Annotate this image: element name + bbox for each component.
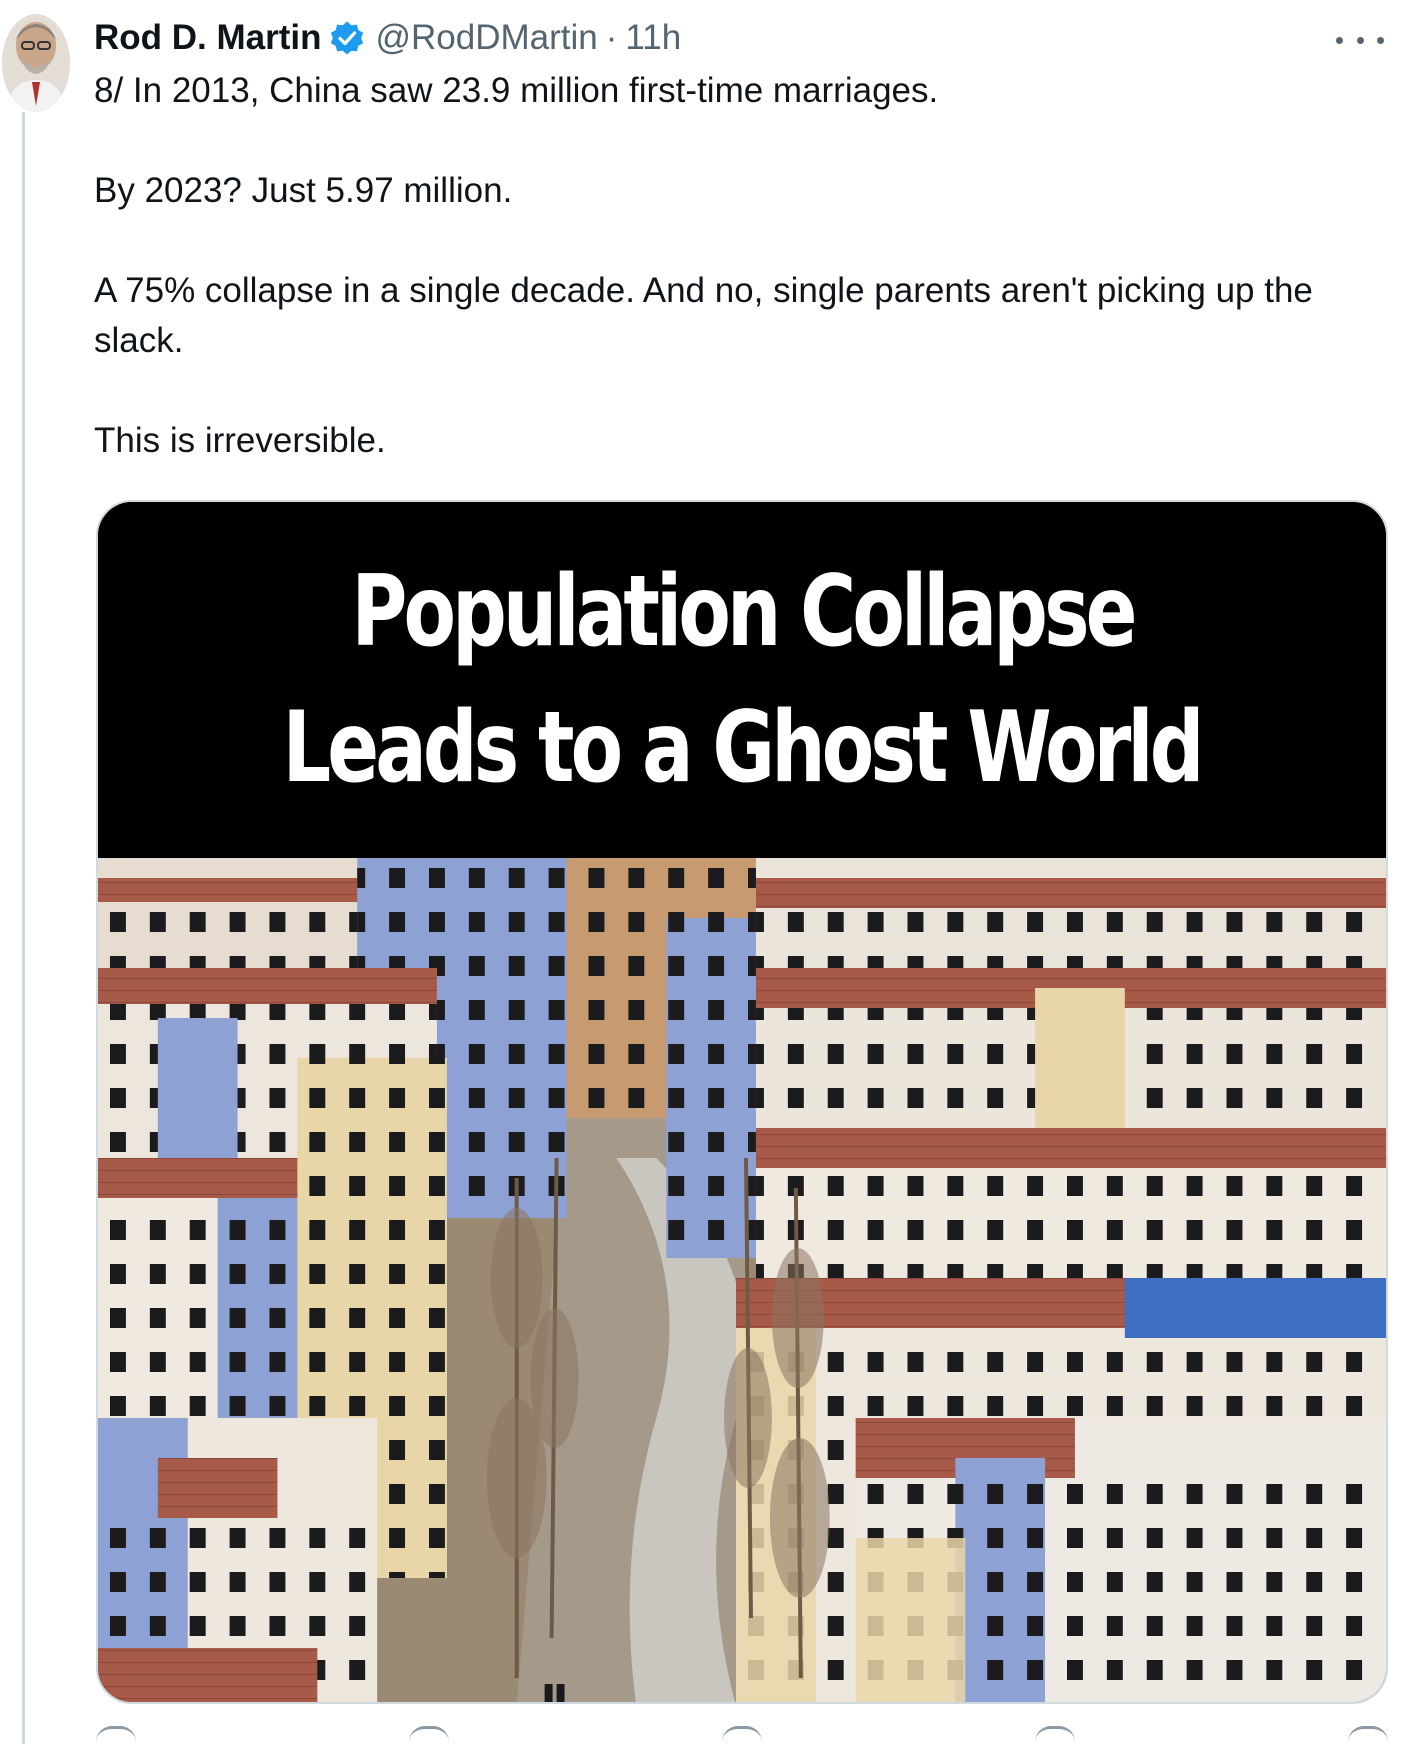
tweet-timestamp[interactable]: 11h <box>625 18 681 58</box>
tweet-paragraph: 8/ In 2013, China saw 23.9 million first… <box>94 71 939 110</box>
more-dot <box>1336 36 1343 44</box>
more-dot <box>1377 36 1384 44</box>
tweet-paragraph: A 75% collapse in a single decade. And n… <box>94 271 1313 360</box>
verified-badge-icon <box>329 20 365 56</box>
tweet-paragraph: This is irreversible. <box>94 421 386 460</box>
media-headline-line: Population Collapse <box>350 555 1137 669</box>
reply-icon[interactable] <box>96 1726 136 1744</box>
views-icon[interactable] <box>1035 1726 1075 1744</box>
media-headline-line: Leads to a Ghost World <box>282 691 1205 805</box>
ghost-city-photo <box>98 858 1386 1702</box>
repost-icon[interactable] <box>409 1726 449 1744</box>
tweet-media-image[interactable]: Population Collapse Leads to a Ghost Wor… <box>96 500 1388 1704</box>
avatar[interactable] <box>2 14 70 112</box>
tweet-action-bar <box>96 1726 1388 1744</box>
like-icon[interactable] <box>722 1726 762 1744</box>
meta-separator: · <box>605 18 618 57</box>
author-handle[interactable]: @RodDMartin <box>375 18 597 58</box>
share-icon[interactable] <box>1348 1726 1388 1744</box>
more-options-icon[interactable] <box>1336 20 1384 60</box>
thread-line <box>22 112 25 1744</box>
media-headline-banner: Population Collapse Leads to a Ghost Wor… <box>98 502 1386 858</box>
more-dot <box>1356 36 1364 44</box>
tweet-header: Rod D. Martin @RodDMartin · 11h <box>94 14 681 62</box>
tweet-body: 8/ In 2013, China saw 23.9 million first… <box>94 66 1394 466</box>
tweet-paragraph: By 2023? Just 5.97 million. <box>94 171 513 210</box>
author-name[interactable]: Rod D. Martin <box>94 18 321 58</box>
